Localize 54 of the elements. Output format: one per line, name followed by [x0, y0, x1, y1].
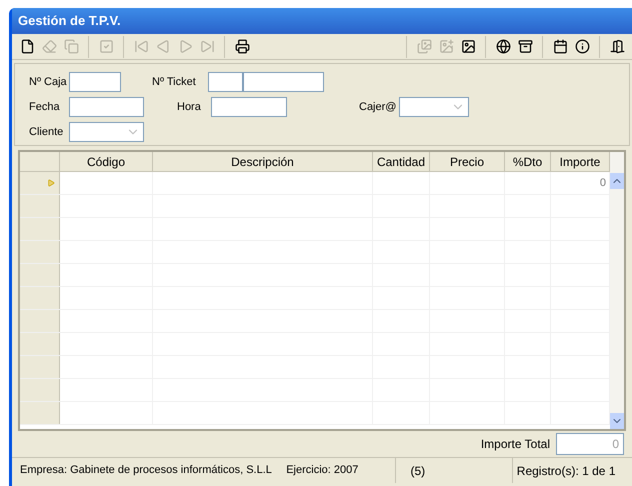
status-text: (5) [395, 458, 513, 483]
client-dropdown[interactable] [69, 122, 144, 142]
column-header[interactable]: Cantidad [373, 152, 430, 171]
caja-field[interactable] [69, 72, 121, 92]
column-header[interactable]: Descripción [153, 152, 373, 171]
row-header [20, 402, 60, 424]
ticket-number-field[interactable] [243, 72, 324, 92]
total-label: Importe Total [480, 436, 550, 453]
print-icon [234, 39, 250, 54]
field-label: Hora [177, 100, 202, 115]
info-icon [574, 39, 590, 54]
field-label: Fecha [29, 100, 61, 115]
row-header [20, 287, 60, 309]
last-record-icon [200, 39, 214, 54]
column-header[interactable]: Código [60, 152, 153, 171]
row-header [20, 310, 60, 332]
status-text: Ejercicio: 2007 [286, 463, 360, 478]
row-header [20, 218, 60, 240]
column-header[interactable]: Precio [430, 152, 505, 171]
date-field[interactable] [69, 97, 144, 117]
globe-icon [496, 39, 510, 54]
status-text: Empresa: Gabinete de procesos informáticos, S.L.L [19, 463, 273, 478]
new-file-icon [20, 39, 34, 54]
field-label: Cliente [29, 124, 64, 140]
row-header [20, 241, 60, 263]
cabinet-icon [518, 39, 532, 54]
next-record-icon [178, 39, 192, 54]
row-header [20, 356, 60, 378]
column-header[interactable]: %Dto [505, 152, 551, 171]
picture-icon [460, 39, 476, 54]
copy-icon [64, 39, 78, 54]
eraser-icon [42, 39, 56, 54]
field-label: Nº Ticket [152, 74, 197, 90]
pictures-icon [416, 39, 432, 54]
status-text: Registro(s): 1 de 1 [516, 462, 616, 480]
picture-plus-icon [438, 39, 454, 54]
ticket-series-field[interactable] [208, 72, 243, 92]
window-title: Gestión de T.P.V. [18, 12, 121, 30]
row-header [20, 333, 60, 355]
row-header [20, 379, 60, 401]
field-label: Nº Caja [29, 74, 68, 90]
table-cell-text: 0 [600, 176, 606, 191]
row-header [20, 264, 60, 286]
scroll-down-button[interactable] [610, 413, 624, 429]
vertical-scrollbar[interactable] [610, 152, 624, 429]
checkbox-icon [98, 39, 114, 54]
scroll-up-button[interactable] [610, 173, 624, 189]
first-record-icon [134, 39, 148, 54]
time-field[interactable] [211, 97, 287, 117]
field-label: Cajer@ [359, 100, 398, 115]
calendar-icon [552, 39, 568, 54]
exit-door-icon [610, 39, 624, 54]
previous-record-icon [156, 39, 170, 54]
cashier-dropdown[interactable] [399, 97, 469, 117]
